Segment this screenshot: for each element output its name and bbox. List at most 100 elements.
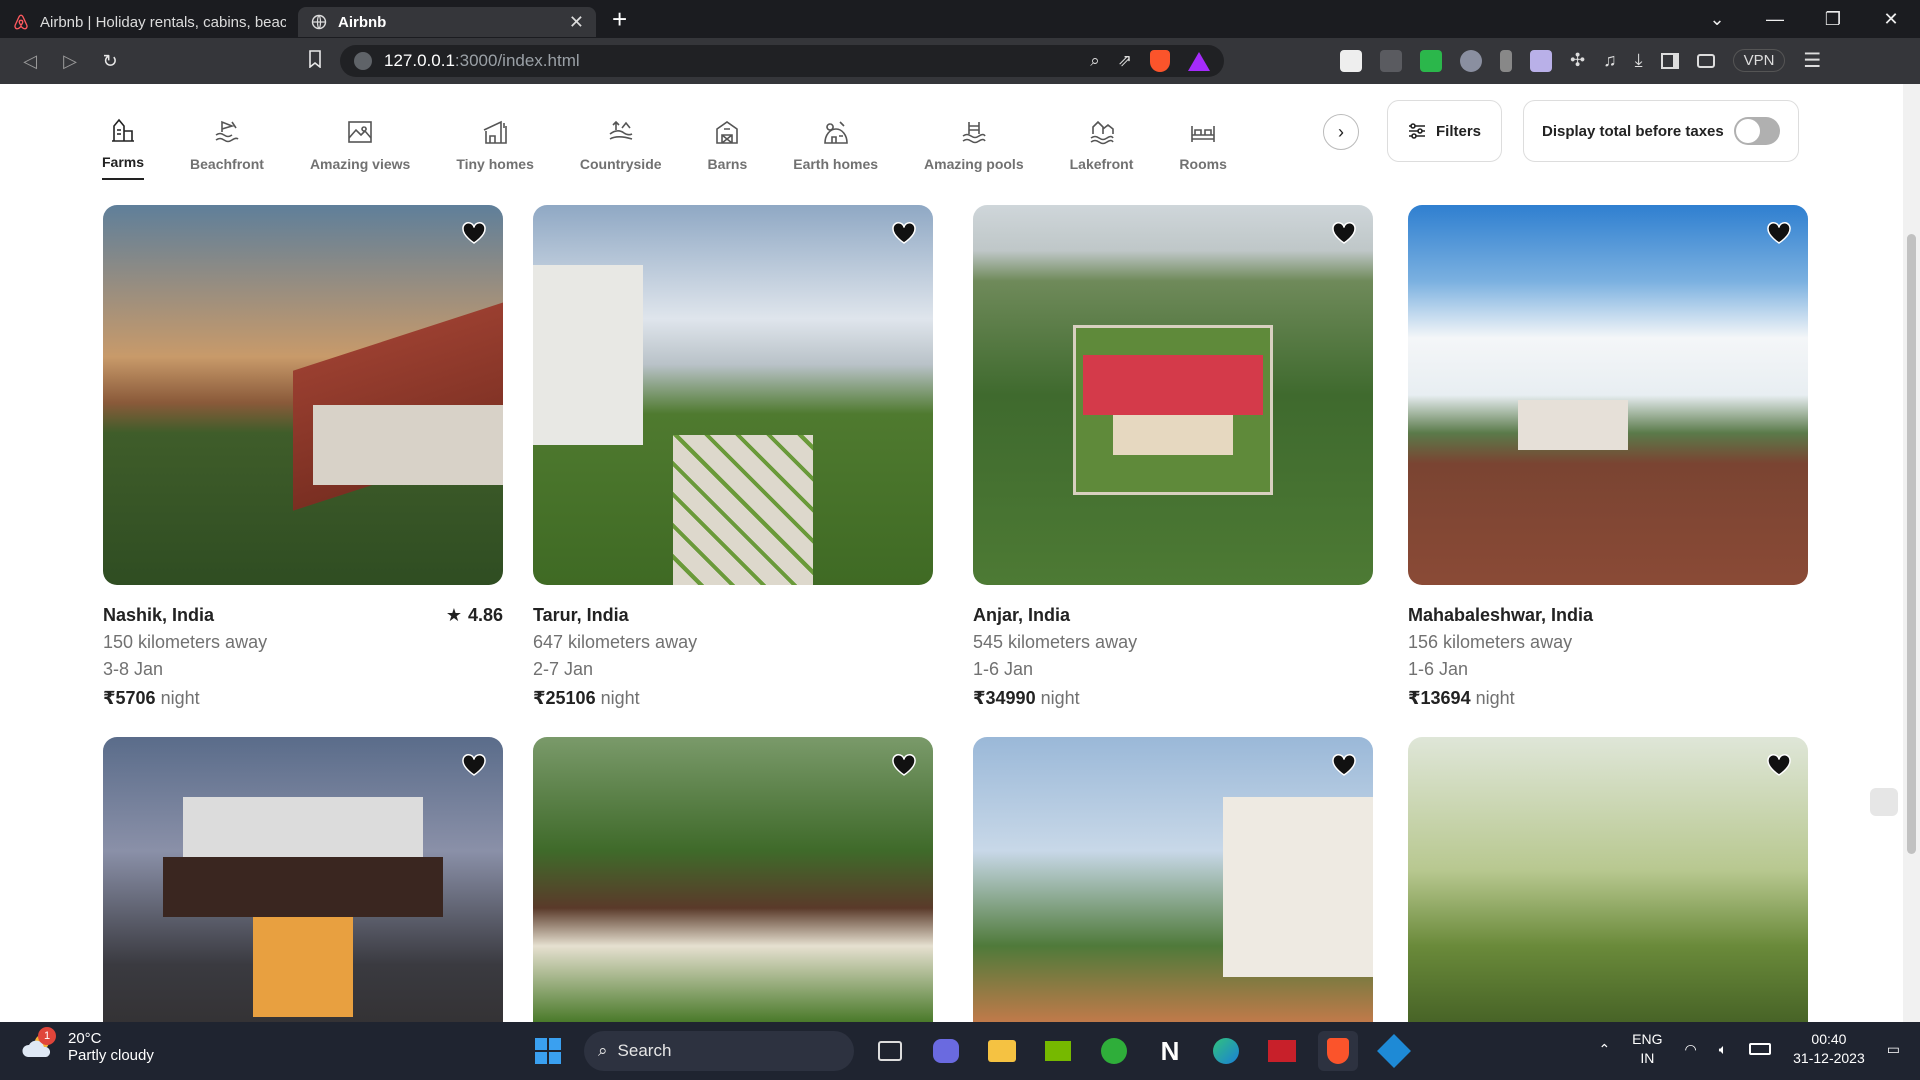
edge-icon[interactable] [1206, 1031, 1246, 1071]
reload-icon[interactable]: ↻ [90, 51, 130, 72]
category-countryside[interactable]: Countryside [580, 118, 662, 180]
category-farms[interactable]: Farms [102, 116, 145, 180]
listing-card[interactable]: Mahabaleshwar, India 156 kilometers away… [1408, 205, 1808, 709]
listing-card[interactable] [973, 737, 1373, 1022]
close-window-icon[interactable]: ✕ [1862, 9, 1920, 30]
listing-photo[interactable] [533, 737, 933, 1022]
price-amount: ₹13694 [1408, 688, 1471, 708]
music-icon[interactable]: ♫ [1603, 50, 1617, 71]
category-beachfront[interactable]: Beachfront [190, 118, 264, 180]
weather-widget[interactable]: 1 20°C Partly cloudy [22, 1027, 154, 1064]
restore-icon[interactable]: ❐ [1804, 9, 1862, 30]
window-controls: ⌄ — ❐ ✕ [1688, 0, 1920, 38]
category-amazing-views[interactable]: Amazing views [310, 118, 410, 180]
extension-icon[interactable] [1420, 49, 1442, 72]
listing-photo[interactable] [103, 737, 503, 1022]
filters-button[interactable]: Filters [1387, 100, 1502, 162]
listing-price: ₹34990 night [973, 688, 1373, 709]
brave-browser-icon[interactable] [1318, 1031, 1358, 1071]
start-windows-icon[interactable] [528, 1031, 568, 1071]
listing-photo[interactable] [1408, 205, 1808, 585]
battery-icon[interactable] [1749, 1043, 1772, 1055]
category-barns[interactable]: Barns [708, 118, 747, 180]
chevron-up-icon[interactable]: ⌃ [1598, 1041, 1610, 1058]
listing-card[interactable]: Nashik, India ★ 4.86 150 kilometers away … [103, 205, 503, 709]
close-tab-icon[interactable]: ✕ [569, 12, 584, 33]
category-amazing-pools[interactable]: Amazing pools [924, 118, 1024, 180]
vscode-icon[interactable] [1374, 1031, 1414, 1071]
heart-icon[interactable] [1331, 221, 1357, 250]
extension-icon[interactable] [1460, 49, 1482, 72]
extension-icon[interactable] [1380, 49, 1402, 72]
xbox-icon[interactable] [1094, 1031, 1134, 1071]
category-lakefront[interactable]: Lakefront [1070, 118, 1133, 180]
listing-card[interactable] [103, 737, 503, 1022]
listing-photo[interactable] [973, 737, 1373, 1022]
red-app-icon[interactable] [1262, 1031, 1302, 1071]
amazing-views-icon [348, 121, 372, 143]
heart-icon[interactable] [1331, 753, 1357, 782]
vpn-button[interactable]: VPN [1732, 49, 1786, 72]
taskbar-search[interactable]: ⌕ Search [584, 1031, 854, 1071]
new-tab-icon[interactable]: + [612, 4, 627, 35]
download-icon[interactable]: ⤓ [1635, 50, 1643, 71]
barn-icon [716, 121, 739, 144]
tab-list-chevron-icon[interactable]: ⌄ [1688, 9, 1746, 30]
menu-icon[interactable]: ☰ [1803, 48, 1821, 73]
minimize-icon[interactable]: — [1746, 9, 1804, 30]
wifi-icon[interactable]: ◠ [1685, 1041, 1697, 1058]
heart-icon[interactable] [891, 221, 917, 250]
heart-icon[interactable] [461, 221, 487, 250]
volume-icon[interactable]: 🔈︎ [1719, 1041, 1727, 1058]
category-next-button[interactable]: › [1323, 114, 1359, 150]
tab-airbnb-home[interactable]: Airbnb | Holiday rentals, cabins, beach [0, 7, 298, 37]
extension-icon[interactable] [1340, 49, 1362, 72]
brave-rewards-icon[interactable] [1188, 51, 1210, 71]
notion-icon[interactable]: N [1150, 1031, 1190, 1071]
bookmark-icon[interactable] [295, 49, 335, 73]
heart-icon[interactable] [891, 753, 917, 782]
listing-photo[interactable] [973, 205, 1373, 585]
heart-icon[interactable] [1766, 753, 1792, 782]
heart-icon[interactable] [1766, 221, 1792, 250]
extension-icon[interactable] [1500, 49, 1512, 72]
category-earth-homes[interactable]: Earth homes [793, 118, 878, 180]
listing-card[interactable]: Anjar, India 545 kilometers away 1-6 Jan… [973, 205, 1373, 709]
price-amount: ₹34990 [973, 688, 1036, 708]
category-label: Farms [102, 154, 145, 170]
extension-icon[interactable] [1530, 49, 1552, 72]
listing-card[interactable]: Tarur, India 647 kilometers away 2-7 Jan… [533, 205, 933, 709]
brave-shields-icon[interactable] [1150, 50, 1170, 72]
listing-card[interactable] [533, 737, 933, 1022]
share-icon[interactable]: ⇗ [1118, 51, 1132, 71]
back-icon[interactable]: ◁ [10, 51, 50, 72]
file-explorer-icon[interactable] [982, 1031, 1022, 1071]
taxes-toggle[interactable] [1734, 117, 1780, 145]
language-indicator[interactable]: ENG IN [1632, 1030, 1662, 1068]
category-rooms[interactable]: Rooms [1179, 118, 1227, 180]
listing-distance: 150 kilometers away [103, 632, 268, 652]
page-scrollbar[interactable] [1903, 84, 1920, 1022]
clock[interactable]: 00:40 31-12-2023 [1793, 1030, 1865, 1068]
chat-widget-icon[interactable] [1870, 788, 1898, 816]
listing-photo[interactable] [1408, 737, 1808, 1022]
listing-photo[interactable] [533, 205, 933, 585]
wallet-icon[interactable] [1696, 53, 1715, 68]
notification-icon[interactable]: ▭ [1887, 1041, 1900, 1058]
puzzle-icon[interactable]: ✣ [1570, 50, 1585, 71]
zoom-icon[interactable]: ⌕ [1090, 51, 1100, 71]
forward-icon[interactable]: ▷ [50, 51, 90, 72]
listing-distance: 647 kilometers away [533, 632, 698, 652]
heart-icon[interactable] [461, 753, 487, 782]
listing-photo[interactable] [103, 205, 503, 585]
url-field[interactable]: 127.0.0.1:3000/index.html ⌕ ⇗ [340, 45, 1224, 77]
teams-chat-icon[interactable] [926, 1031, 966, 1071]
tab-airbnb-local[interactable]: Airbnb ✕ [298, 7, 596, 37]
category-tiny-homes[interactable]: Tiny homes [456, 118, 534, 180]
site-info-icon[interactable] [354, 52, 372, 70]
sidebar-icon[interactable] [1660, 52, 1679, 69]
listing-card[interactable] [1408, 737, 1808, 1022]
task-view-icon[interactable] [870, 1031, 910, 1071]
nvidia-icon[interactable] [1038, 1031, 1078, 1071]
scrollbar-thumb[interactable] [1907, 234, 1916, 854]
